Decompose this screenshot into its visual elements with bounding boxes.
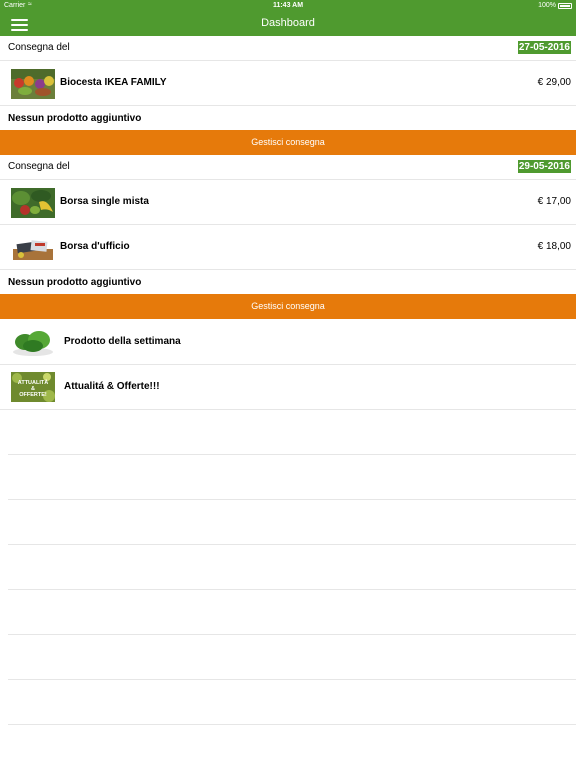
delivery-item-row[interactable]: Borsa single mista € 17,00: [0, 180, 576, 225]
status-bar: Carrier ≈ 11:43 AM 100%: [0, 0, 576, 12]
product-price: € 29,00: [537, 77, 571, 88]
product-price: € 18,00: [537, 241, 571, 252]
delivery-item-row[interactable]: Biocesta IKEA FAMILY € 29,00: [0, 61, 576, 106]
delivery-item-row[interactable]: Borsa d'ufficio € 18,00: [0, 225, 576, 270]
empty-row-separator: [8, 499, 576, 500]
battery-percent: 100%: [538, 2, 556, 9]
empty-row-separator: [8, 589, 576, 590]
veg-basket-image: [11, 69, 55, 99]
empty-row-separator: [8, 679, 576, 680]
product-name: Borsa d'ufficio: [60, 241, 130, 252]
no-extra-products-row: Nessun prodotto aggiuntivo: [0, 270, 576, 294]
menu-item-label: Prodotto della settimana: [64, 336, 181, 347]
empty-row-separator: [8, 454, 576, 455]
product-price: € 17,00: [537, 196, 571, 207]
empty-row-separator: [8, 724, 576, 725]
office-bag-image: [11, 233, 55, 263]
delivery-date-row: Consegna del 27-05-2016: [0, 36, 576, 61]
no-extra-products-text: Nessun prodotto aggiuntivo: [8, 277, 142, 288]
svg-text:ATTUALITÀ: ATTUALITÀ: [18, 379, 48, 386]
delivery-date: 27-05-2016: [517, 41, 571, 54]
delivery-label: Consegna del: [8, 42, 70, 53]
battery-indicator: 100%: [538, 2, 572, 9]
svg-text:OFFERTE!: OFFERTE!: [19, 392, 47, 398]
delivery-date-row: Consegna del 29-05-2016: [0, 155, 576, 180]
clock: 11:43 AM: [272, 2, 304, 9]
empty-row-separator: [8, 634, 576, 635]
delivery-label: Consegna del: [8, 161, 70, 172]
product-name: Biocesta IKEA FAMILY: [60, 77, 167, 88]
page-title: Dashboard: [261, 17, 315, 29]
delivery-date: 29-05-2016: [517, 160, 571, 173]
no-extra-products-row: Nessun prodotto aggiuntivo: [0, 106, 576, 130]
manage-delivery-button[interactable]: Gestisci consegna: [0, 294, 576, 319]
spinach-image: [11, 326, 55, 356]
no-extra-products-text: Nessun prodotto aggiuntivo: [8, 113, 142, 124]
menu-item-label: Attualitá & Offerte!!!: [64, 381, 160, 392]
product-name: Borsa single mista: [60, 196, 149, 207]
news-offers-row[interactable]: ATTUALITÀ & OFFERTE! Attualitá & Offerte…: [0, 365, 576, 410]
product-of-week-row[interactable]: Prodotto della settimana: [0, 320, 576, 365]
empty-row-separator: [8, 544, 576, 545]
manage-delivery-button[interactable]: Gestisci consegna: [0, 130, 576, 155]
navigation-bar: Dashboard: [0, 12, 576, 36]
battery-icon: [558, 2, 572, 9]
offers-image: ATTUALITÀ & OFFERTE!: [11, 372, 55, 402]
mixed-bag-image: [11, 188, 55, 218]
